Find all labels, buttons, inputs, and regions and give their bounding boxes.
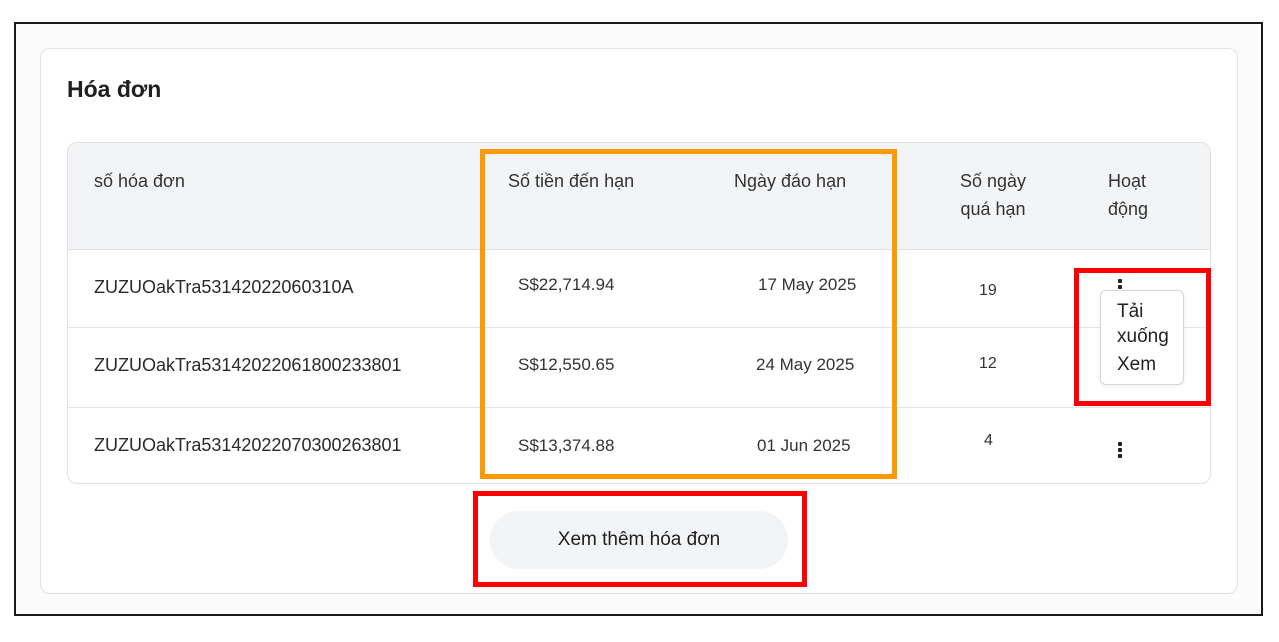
view-more-invoices-button[interactable]: Xem thêm hóa đơn [490, 511, 788, 569]
header-invoice-no: số hóa đơn [94, 171, 185, 191]
menu-item-download[interactable]: Tải xuống [1117, 299, 1169, 349]
table-row: ZUZUOakTra5314202206180023380​1 S$12,550… [68, 328, 1210, 408]
header-actions: Hoạt động [1108, 167, 1148, 223]
amount-due: S$22,714.94 [518, 275, 615, 294]
table-row: ZUZUOakTra53142022060310A S$22,714.94 17… [68, 249, 1210, 328]
menu-download-line2: xuống [1117, 326, 1169, 347]
invoice-table: số hóa đơn Số tiền đến hạn Ngày đáo hạn … [67, 142, 1211, 484]
header-days-overdue: Số ngày quá hạn [960, 167, 1026, 223]
due-date: 17 May 2025 [758, 275, 857, 294]
days-overdue: 4 [984, 432, 993, 449]
amount-due: S$12,550.65 [518, 355, 615, 374]
menu-download-line1: Tải [1117, 301, 1144, 322]
kebab-vertical-icon[interactable] [1115, 440, 1125, 462]
invoice-number[interactable]: ZUZUOakTra53142022070300263801 [94, 435, 402, 456]
header-days-overdue-line1: Số ngày [960, 171, 1027, 191]
amount-due: S$13,374.88 [518, 436, 615, 455]
header-amount-due: Số tiền đến hạn [508, 171, 635, 191]
days-overdue: 12 [979, 355, 997, 372]
days-overdue: 19 [979, 282, 997, 299]
table-header: số hóa đơn Số tiền đến hạn Ngày đáo hạn … [68, 143, 1210, 250]
due-date: 01 Jun 2025 [757, 436, 851, 455]
header-actions-line1: Hoạt [1108, 171, 1147, 191]
due-date: 24 May 2025 [756, 355, 855, 374]
row-action-menu: Tải xuống Xem [1100, 290, 1184, 385]
menu-item-view[interactable]: Xem [1117, 352, 1156, 377]
header-due-date: Ngày đáo hạn [734, 171, 847, 191]
header-days-overdue-line2: quá hạn [960, 199, 1026, 219]
card-title: Hóa đơn [67, 76, 162, 102]
invoice-number[interactable]: ZUZUOakTra5314202206180023380​1 [94, 355, 402, 376]
table-row: ZUZUOakTra53142022070300263801 S$13,374.… [68, 408, 1210, 483]
invoice-number[interactable]: ZUZUOakTra53142022060310A [94, 277, 354, 298]
header-actions-line2: động [1108, 199, 1149, 219]
